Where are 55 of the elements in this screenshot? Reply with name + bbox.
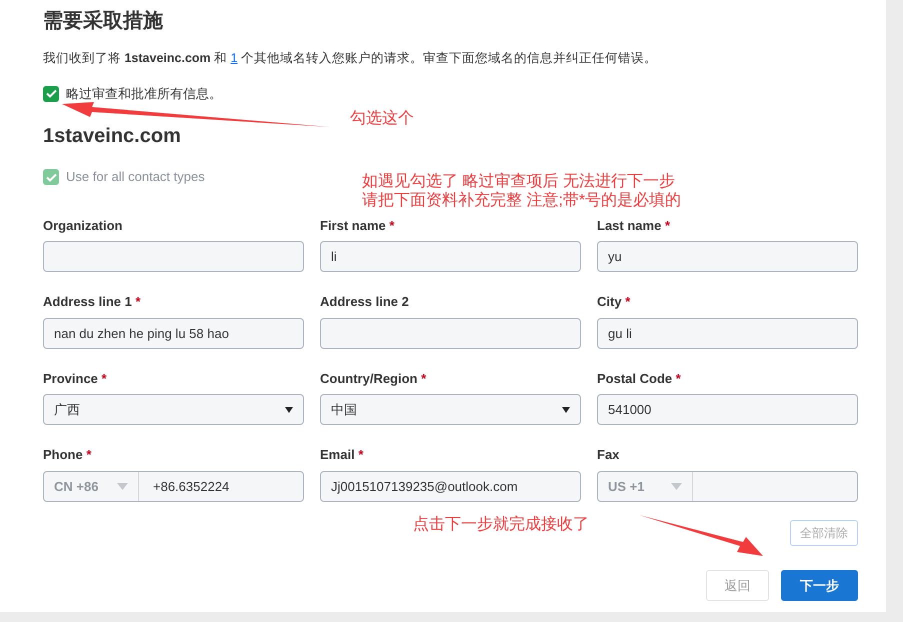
check-icon — [46, 172, 56, 182]
required-mark: * — [676, 370, 681, 386]
caret-icon — [285, 406, 293, 413]
country-code: CN +86 — [54, 478, 98, 496]
intro-text: 我们收到了将 1staveinc.com 和 1 个其他域名转入您账户的请求。审查下面您域名的信息并纠正任何错误。 — [43, 50, 658, 67]
required-mark: * — [625, 294, 630, 310]
caret-icon — [117, 482, 128, 490]
annotation-text: 点击下一步就完成接收了 — [413, 515, 589, 534]
input-field[interactable]: nan du zhen he ping lu 58 hao — [43, 318, 304, 349]
required-mark: * — [136, 294, 141, 310]
phone-number: +86.6352224 — [152, 478, 230, 496]
field-label: Email * — [320, 446, 364, 464]
field-label: Phone * — [43, 446, 92, 464]
field-label: City * — [597, 293, 632, 312]
caret-icon — [562, 406, 570, 413]
required-mark: * — [664, 218, 670, 233]
select-value: 中国 — [331, 401, 357, 419]
required-mark: * — [102, 370, 107, 386]
annotation-text: 请把下面资料补充完整 注意;带*号的是必填的 — [362, 191, 682, 210]
select-field[interactable]: 广西 — [43, 394, 304, 426]
field-label: Address line 2 — [320, 293, 410, 312]
field-label: Organization — [43, 216, 124, 235]
required-mark: * — [86, 447, 92, 462]
domain-count-link[interactable]: 1 — [230, 51, 238, 65]
field-label: Address line 1 * — [43, 293, 142, 312]
input-field[interactable] — [43, 241, 304, 272]
field-label: Province * — [43, 370, 108, 388]
input-field[interactable]: Jj0015107139235@outlook.com — [320, 470, 581, 502]
checkbox-label: Use for all contact types — [66, 168, 205, 186]
country-code: US +1 — [608, 478, 644, 496]
required-mark: * — [358, 447, 364, 462]
field-label: Last name * — [597, 216, 671, 235]
domain-heading: 1staveinc.com — [43, 124, 182, 148]
phone-field[interactable]: CN +86 +86.6352224 — [43, 470, 304, 502]
field-label: Fax — [597, 446, 620, 464]
input-field[interactable]: gu li — [597, 318, 858, 349]
field-label: Postal Code * — [597, 370, 682, 388]
input-field[interactable]: 541000 — [597, 394, 858, 426]
required-mark: * — [389, 218, 394, 233]
input-field[interactable]: yu — [597, 241, 858, 272]
select-value: 广西 — [54, 401, 80, 419]
required-mark: * — [421, 370, 426, 386]
annotation-text: 勾选这个 — [350, 109, 414, 128]
input-field[interactable] — [320, 318, 581, 349]
field-label: First name * — [320, 216, 396, 235]
annotation-text: 如遇见勾选了 略过审查项后 无法进行下一步 — [362, 172, 675, 192]
field-label: Country/Region * — [320, 370, 428, 388]
page-heading: 需要采取措施 — [43, 9, 164, 34]
checkbox-label: 略过审查和批准所有信息。 — [66, 84, 222, 103]
next-button[interactable]: 下一步 — [781, 570, 858, 601]
checkbox[interactable] — [43, 86, 59, 102]
check-icon — [46, 89, 56, 98]
input-field[interactable]: li — [320, 241, 581, 272]
caret-icon — [671, 482, 682, 490]
select-field[interactable]: 中国 — [320, 394, 581, 426]
